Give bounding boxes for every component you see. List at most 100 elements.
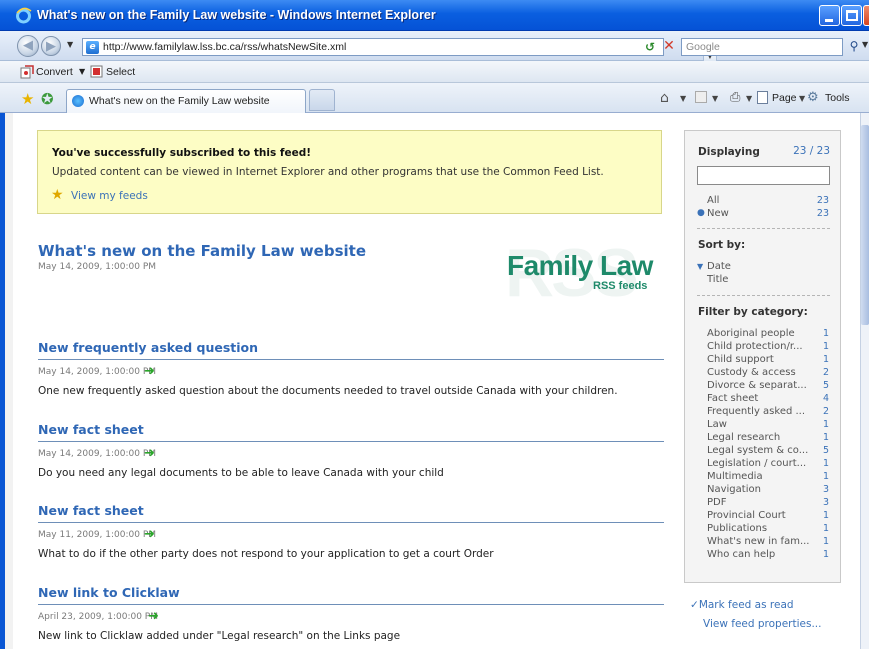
category-count: 5 (822, 380, 829, 391)
forward-button[interactable]: ▶ (41, 36, 61, 56)
add-favorites-icon[interactable]: ✪ (41, 90, 54, 108)
subscription-notice: You've successfully subscribed to this f… (37, 130, 662, 214)
category-item[interactable]: Fact sheet 4 (707, 393, 829, 404)
entry-divider (38, 359, 664, 360)
category-count: 1 (822, 354, 829, 365)
entry-title-link[interactable]: New frequently asked question (38, 340, 258, 355)
category-item[interactable]: Law 1 (707, 419, 829, 430)
select-button[interactable]: Select (106, 66, 135, 78)
tab-feed[interactable]: What's new on the Family Law website (66, 89, 306, 113)
category-label: What's new in fam... (707, 536, 810, 547)
displaying-count: 23 / 23 (793, 145, 830, 157)
category-item[interactable]: Divorce & separat... 5 (707, 380, 829, 391)
category-label: Navigation (707, 484, 761, 495)
category-label: Legislation / court... (707, 458, 807, 469)
entry-title-link[interactable]: New fact sheet (38, 503, 144, 518)
entry-divider (38, 604, 664, 605)
category-item[interactable]: Frequently asked ... 2 (707, 406, 829, 417)
feed-title: What's new on the Family Law website (38, 242, 366, 260)
address-input[interactable]: e http://www.familylaw.lss.bc.ca/rss/wha… (82, 38, 717, 62)
go-arrow-icon[interactable]: ➜ (148, 609, 159, 624)
title-bar[interactable]: What's new on the Family Law website - W… (0, 0, 869, 31)
category-item[interactable]: Legal system & co... 5 (707, 445, 829, 456)
feeds-dropdown-icon[interactable]: ▼ (712, 94, 718, 103)
mark-read-label: Mark feed as read (698, 599, 794, 611)
stop-icon[interactable]: ✕ (661, 39, 677, 55)
category-item[interactable]: PDF 3 (707, 497, 829, 508)
mark-feed-read-link[interactable]: ✓Mark feed as read (690, 599, 794, 611)
convert-dropdown-icon[interactable]: ▼ (79, 67, 85, 76)
entry-title-link[interactable]: New link to Clicklaw (38, 585, 180, 600)
category-item[interactable]: Legal research 1 (707, 432, 829, 443)
scrollbar-thumb[interactable] (861, 125, 869, 325)
go-arrow-icon[interactable]: ➜ (144, 364, 155, 379)
category-item[interactable]: Aboriginal people 1 (707, 328, 829, 339)
filter-all[interactable]: All 23 (707, 195, 829, 206)
category-item[interactable]: Legislation / court... 1 (707, 458, 829, 469)
category-count: 1 (822, 458, 829, 469)
back-button[interactable]: ◀ (17, 35, 39, 57)
home-dropdown-icon[interactable]: ▼ (680, 94, 686, 103)
feeds-icon[interactable] (695, 91, 707, 103)
convert-button[interactable]: Convert (36, 66, 73, 78)
refresh-icon[interactable]: ↺ (642, 39, 658, 55)
page-menu-button[interactable]: Page (772, 92, 797, 104)
category-label: Custody & access (707, 367, 796, 378)
print-dropdown-icon[interactable]: ▼ (746, 94, 752, 103)
close-button[interactable] (863, 5, 869, 26)
category-count: 1 (822, 471, 829, 482)
page-dropdown-icon[interactable]: ▼ (799, 94, 805, 103)
print-icon[interactable]: ⎙ (730, 90, 740, 105)
entry-date: May 14, 2009, 1:00:00 PM (38, 367, 157, 377)
search-icon[interactable]: ⚲ (846, 39, 862, 55)
go-arrow-icon[interactable]: ➜ (144, 446, 155, 461)
category-count: 1 (822, 510, 829, 521)
category-item[interactable]: What's new in fam... 1 (707, 536, 829, 547)
filter-label: All (707, 195, 720, 206)
category-label: Publications (707, 523, 768, 534)
favorites-center-icon[interactable]: ★ (21, 90, 34, 108)
logo-main-text: Family Law (507, 250, 653, 281)
category-item[interactable]: Publications 1 (707, 523, 829, 534)
favorites-star-icon: ★ (51, 187, 64, 203)
entry-divider (38, 441, 664, 442)
recent-pages-dropdown-icon[interactable]: ▼ (67, 40, 73, 49)
filter-new[interactable]: ● New 23 (697, 208, 829, 219)
view-my-feeds-link[interactable]: View my feeds (71, 190, 148, 202)
entry-description: What to do if the other party does not r… (38, 548, 494, 560)
entry-divider (38, 522, 664, 523)
category-label: Legal system & co... (707, 445, 809, 456)
category-label: Frequently asked ... (707, 406, 806, 417)
notice-title: You've successfully subscribed to this f… (52, 147, 312, 159)
category-count: 1 (822, 432, 829, 443)
category-count: 1 (822, 419, 829, 430)
filter-label: New (707, 208, 729, 219)
entry-title-link[interactable]: New fact sheet (38, 422, 144, 437)
new-tab-button[interactable] (309, 89, 335, 111)
go-arrow-icon[interactable]: ➜ (144, 527, 155, 542)
category-item[interactable]: Custody & access 2 (707, 367, 829, 378)
home-icon[interactable]: ⌂ (660, 90, 669, 106)
category-item[interactable]: Who can help 1 (707, 549, 829, 560)
filter-count: 23 (816, 208, 829, 219)
maximize-button[interactable] (841, 5, 862, 26)
sort-by-date[interactable]: ▼ Date (697, 261, 829, 272)
minimize-button[interactable] (819, 5, 840, 26)
search-input[interactable]: Google (681, 38, 843, 56)
view-feed-properties-link[interactable]: View feed properties... (703, 618, 821, 630)
feed-sidebar: Displaying 23 / 23 All 23 ● New 23 Sort … (684, 130, 841, 583)
feed-search-input[interactable] (697, 166, 830, 185)
tools-menu-button[interactable]: Tools (825, 92, 850, 104)
content-left-gutter (5, 113, 13, 649)
category-item[interactable]: Child protection/r... 1 (707, 341, 829, 352)
address-toolbar: ◀ ▶ ▼ e http://www.familylaw.lss.bc.ca/r… (0, 31, 869, 62)
category-item[interactable]: Multimedia 1 (707, 471, 829, 482)
ie-tab-icon (72, 95, 84, 107)
sort-by-title[interactable]: Title (707, 274, 829, 285)
search-options-dropdown-icon[interactable]: ▼ (862, 40, 868, 49)
category-count: 1 (822, 536, 829, 547)
category-item[interactable]: Provincial Court 1 (707, 510, 829, 521)
category-item[interactable]: Navigation 3 (707, 484, 829, 495)
selected-bullet-icon: ● (697, 208, 705, 218)
category-item[interactable]: Child support 1 (707, 354, 829, 365)
